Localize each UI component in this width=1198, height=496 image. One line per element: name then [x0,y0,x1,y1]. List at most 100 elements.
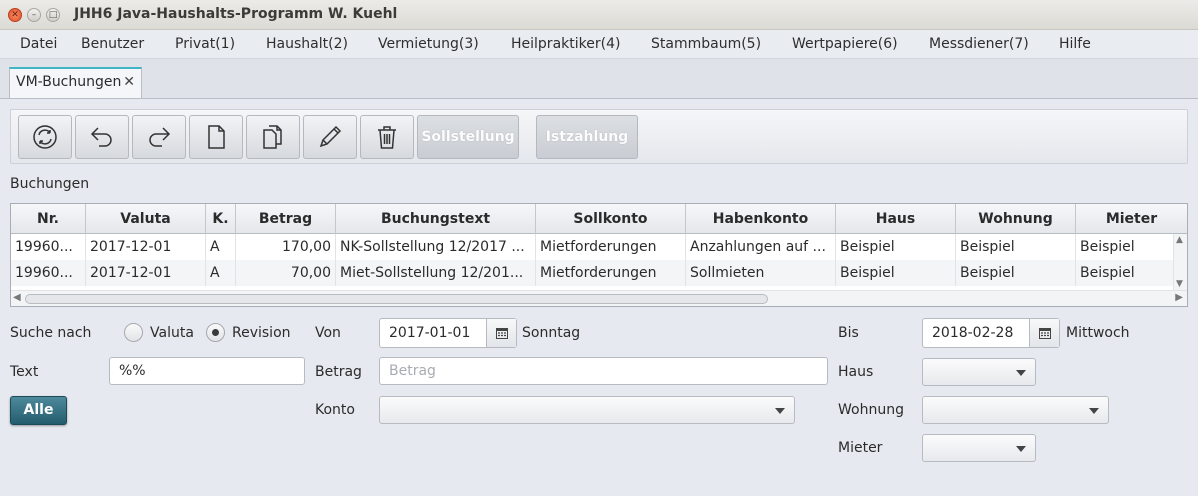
wohnung-label: Wohnung [838,402,904,418]
copy-button[interactable] [246,115,300,159]
bis-date-picker[interactable]: 2018-02-28 [922,318,1060,348]
window-close-button[interactable]: ✕ [8,8,22,22]
tab-close-icon[interactable]: ✕ [123,74,135,90]
alle-button[interactable]: Alle [10,396,67,425]
menu-stammbaum[interactable]: Stammbaum(5) [651,36,761,52]
column-header-nr[interactable]: Nr. [11,204,86,234]
tab-bar: VM-Buchungen ✕ [0,59,1198,99]
column-header-haus[interactable]: Haus [836,204,956,234]
wohnung-combobox[interactable] [922,396,1109,424]
cell-wohnung: Beispiel [956,234,1076,260]
column-header-k[interactable]: K. [206,204,236,234]
scrollbar-thumb[interactable] [25,294,768,304]
radio-selected-dot [212,329,219,336]
edit-button[interactable] [303,115,357,159]
radio-valuta-label[interactable]: Valuta [150,325,194,341]
tab-vm-buchungen[interactable]: VM-Buchungen ✕ [9,67,142,98]
table-vertical-scrollbar[interactable]: ▲ ▼ [1173,234,1187,290]
column-header-habenkonto[interactable]: Habenkonto [686,204,836,234]
bis-date-value[interactable]: 2018-02-28 [932,319,1013,347]
text-input[interactable]: %% [109,357,305,385]
scroll-left-icon[interactable]: ◀ [13,292,21,303]
menu-datei[interactable]: Datei [20,36,57,52]
cell-habenkonto: Sollmieten [686,260,836,286]
table-row[interactable]: 19960... 2017-12-01 A 170,00 NK-Sollstel… [11,234,1173,260]
menu-hilfe[interactable]: Hilfe [1059,36,1091,52]
column-header-wohnung[interactable]: Wohnung [956,204,1076,234]
cell-wohnung: Beispiel [956,260,1076,286]
refresh-icon [33,125,57,149]
cell-betrag: 70,00 [236,260,336,286]
haus-label: Haus [838,364,874,380]
bis-calendar-button[interactable] [1029,319,1059,347]
new-document-icon [208,125,225,149]
menu-messdiener[interactable]: Messdiener(7) [929,36,1029,52]
text-label: Text [10,364,39,380]
column-header-valuta[interactable]: Valuta [86,204,206,234]
konto-combobox[interactable] [379,396,795,424]
chevron-down-icon [1016,370,1026,376]
radio-revision[interactable] [206,323,225,342]
radio-valuta[interactable] [124,323,143,342]
window-title: JHH6 Java-Haushalts-Programm W. Kuehl [74,6,398,22]
cell-valuta: 2017-12-01 [86,260,206,286]
cell-nr: 19960... [11,260,86,286]
table-horizontal-scrollbar[interactable]: ◀ ▶ [11,290,1187,306]
suche-nach-label: Suche nach [10,325,92,341]
scroll-up-icon[interactable]: ▲ [1176,235,1183,245]
von-calendar-button[interactable] [486,319,516,347]
betrag-input[interactable]: Betrag [379,357,828,385]
radio-revision-label[interactable]: Revision [232,325,291,341]
bis-label: Bis [838,325,859,341]
menu-heilpraktiker[interactable]: Heilpraktiker(4) [511,36,620,52]
cell-k: A [206,260,236,286]
chevron-down-icon [1089,408,1099,414]
buchungen-table: Nr. Valuta K. Betrag Buchungstext Sollko… [10,203,1188,307]
window-maximize-button[interactable]: □ [46,8,60,22]
redo-icon [149,127,171,147]
cell-betrag: 170,00 [236,234,336,260]
column-header-buchungstext[interactable]: Buchungstext [336,204,536,234]
von-date-value[interactable]: 2017-01-01 [389,319,470,347]
toolbar: Sollstellung Istzahlung [10,109,1188,164]
chevron-down-icon [1016,446,1026,452]
table-row[interactable]: 19960... 2017-12-01 A 70,00 Miet-Sollste… [11,260,1173,286]
window-minimize-button[interactable]: – [27,8,41,22]
delete-button[interactable] [360,115,414,159]
edit-pencil-icon [319,125,342,148]
cell-buchungstext: NK-Sollstellung 12/2017 ... [336,234,536,260]
chevron-down-icon [775,408,785,414]
menu-vermietung[interactable]: Vermietung(3) [378,36,479,52]
refresh-button[interactable] [18,115,72,159]
delete-trash-icon [378,126,396,149]
bis-weekday: Mittwoch [1066,325,1130,341]
cell-sollkonto: Mietforderungen [536,234,686,260]
column-header-betrag[interactable]: Betrag [236,204,336,234]
cell-nr: 19960... [11,234,86,260]
von-date-picker[interactable]: 2017-01-01 [379,318,517,348]
von-weekday: Sonntag [522,325,581,341]
column-header-mieter[interactable]: Mieter [1076,204,1187,234]
istzahlung-button[interactable]: Istzahlung [536,115,638,159]
menu-wertpapiere[interactable]: Wertpapiere(6) [792,36,898,52]
menu-privat[interactable]: Privat(1) [175,36,235,52]
column-header-sollkonto[interactable]: Sollkonto [536,204,686,234]
redo-button[interactable] [132,115,186,159]
cell-buchungstext: Miet-Sollstellung 12/201... [336,260,536,286]
scroll-right-icon[interactable]: ▶ [1175,292,1183,303]
calendar-icon [1038,327,1051,339]
scroll-down-icon[interactable]: ▼ [1176,279,1183,289]
buchungen-label: Buchungen [10,176,90,192]
menu-haushalt[interactable]: Haushalt(2) [266,36,348,52]
mieter-combobox[interactable] [922,434,1036,462]
menu-benutzer[interactable]: Benutzer [81,36,144,52]
haus-combobox[interactable] [922,358,1036,386]
undo-button[interactable] [75,115,129,159]
cell-k: A [206,234,236,260]
new-button[interactable] [189,115,243,159]
calendar-icon [495,327,508,339]
konto-label: Konto [315,402,355,418]
undo-icon [90,127,112,147]
copy-icon [263,125,282,149]
sollstellung-button[interactable]: Sollstellung [417,115,519,159]
